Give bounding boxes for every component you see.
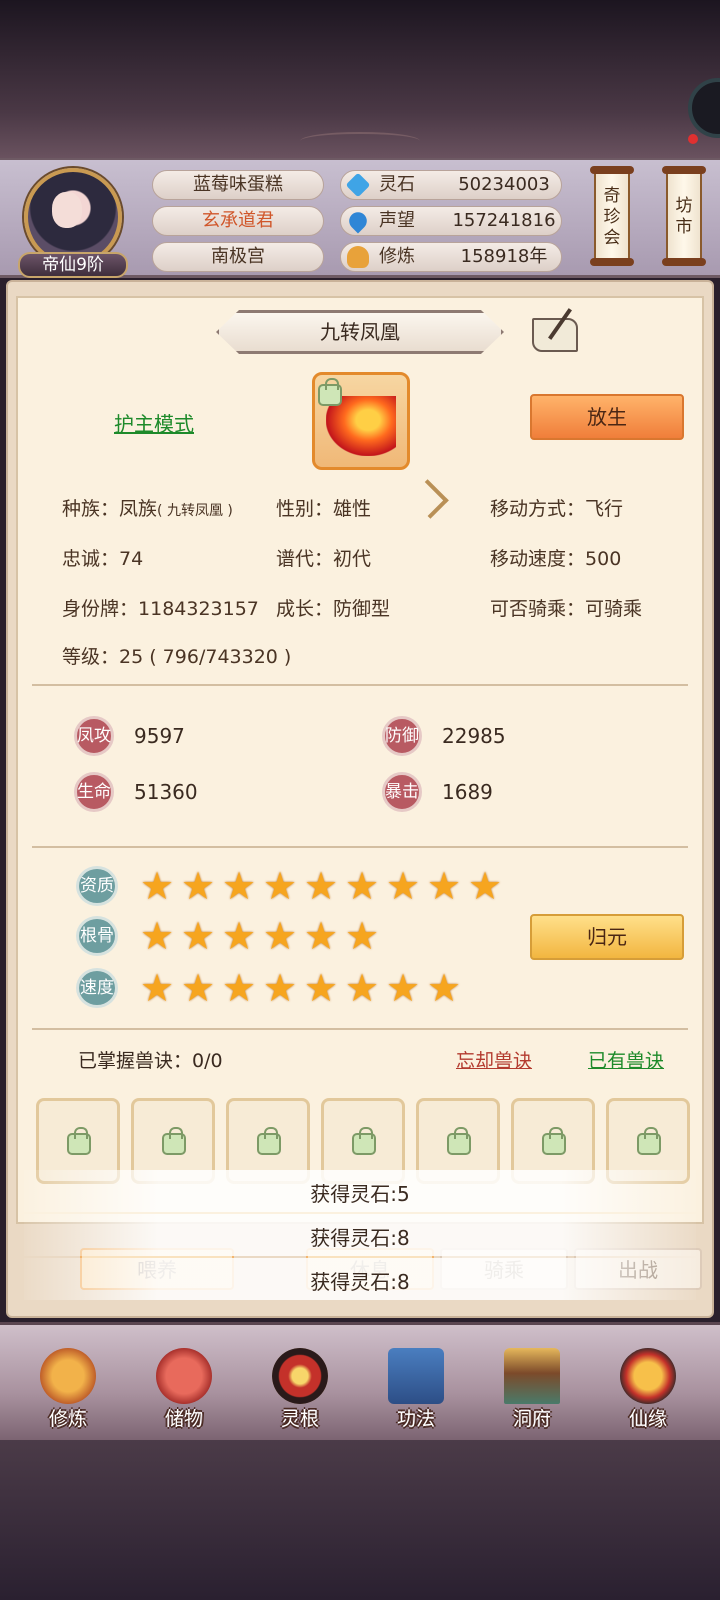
- nav-spirit-root[interactable]: 灵根: [252, 1328, 348, 1438]
- lock-icon: [637, 1127, 661, 1155]
- lock-icon: [352, 1127, 376, 1155]
- cave-house-icon: [504, 1348, 560, 1404]
- release-button[interactable]: 放生: [530, 394, 684, 440]
- spirit-root-icon: [272, 1348, 328, 1404]
- rank-badge: 帝仙9阶: [18, 252, 128, 278]
- star-icon: ★: [222, 914, 257, 958]
- lock-icon: [257, 1127, 281, 1155]
- player-header: 帝仙9阶 蓝莓味蛋糕 玄承道君 南极宫 灵石 50234003 声望 15724…: [0, 158, 720, 278]
- move-speed-info: 移动速度：500: [490, 548, 622, 570]
- reward-toast: 获得灵石:8: [310, 1226, 410, 1250]
- owned-skills-link[interactable]: 已有兽诀: [588, 1046, 664, 1073]
- star-icon: ★: [222, 966, 257, 1010]
- avatar-face: [52, 192, 82, 228]
- star-icon: ★: [140, 966, 175, 1010]
- technique-book-icon: [388, 1348, 444, 1404]
- bone-badge: 根骨: [76, 916, 118, 956]
- top-ornament: [300, 132, 420, 150]
- player-sect: 南极宫: [152, 242, 324, 272]
- growth-info: 成长：防御型: [276, 598, 391, 620]
- storage-bag-icon: [156, 1348, 212, 1404]
- aptitude-badge: 资质: [76, 866, 118, 906]
- star-icon: ★: [304, 966, 339, 1010]
- star-icon: ★: [345, 966, 380, 1010]
- rename-book-icon[interactable]: [532, 318, 578, 352]
- star-icon: ★: [181, 864, 216, 908]
- market-button[interactable]: 坊市: [662, 166, 706, 266]
- race-info: 种族：凤族( 九转凤凰 ): [62, 498, 233, 520]
- gourd-icon: [620, 1348, 676, 1404]
- lineage-info: 谱代：初代: [276, 548, 372, 570]
- level-info: 等级：25 ( 796/743320 ): [62, 646, 292, 668]
- forget-skill-link[interactable]: 忘却兽诀: [456, 1046, 532, 1073]
- gender-info: 性别：雄性: [276, 498, 372, 520]
- skills-mastered-label: 已掌握兽诀：0/0: [78, 1050, 223, 1072]
- notification-dot: [688, 134, 698, 144]
- star-icon: ★: [304, 914, 339, 958]
- star-icon: ★: [386, 864, 421, 908]
- star-icon: ★: [222, 864, 257, 908]
- resource-prestige: 声望 157241816: [340, 206, 562, 236]
- nav-cave[interactable]: 洞府: [484, 1328, 580, 1438]
- nav-fate[interactable]: 仙缘: [600, 1328, 696, 1438]
- player-title: 玄承道君: [152, 206, 324, 236]
- aptitude-stars: ★ ★ ★ ★ ★ ★ ★ ★ ★: [140, 864, 504, 908]
- divider: [32, 1028, 688, 1030]
- star-icon: ★: [140, 864, 175, 908]
- lock-icon: [318, 378, 342, 406]
- star-icon: ★: [263, 914, 298, 958]
- defense-value: 22985: [442, 724, 506, 748]
- crit-badge: 暴击: [382, 772, 422, 812]
- resource-cultivation: 修炼 158918年: [340, 242, 562, 272]
- nav-storage[interactable]: 储物: [136, 1328, 232, 1438]
- lock-icon: [542, 1127, 566, 1155]
- restore-button[interactable]: 归元: [530, 914, 684, 960]
- hp-badge: 生命: [74, 772, 114, 812]
- loyalty-info: 忠诚：74: [62, 548, 144, 570]
- speed-stars: ★ ★ ★ ★ ★ ★ ★ ★: [140, 966, 463, 1010]
- star-icon: ★: [263, 966, 298, 1010]
- star-icon: ★: [427, 864, 462, 908]
- speed-badge: 速度: [76, 968, 118, 1008]
- prestige-icon: [345, 208, 371, 234]
- rideable-info: 可否骑乘：可骑乘: [490, 598, 643, 620]
- reward-toast: 获得灵石:5: [310, 1182, 410, 1206]
- hp-value: 51360: [134, 780, 198, 804]
- guard-mode-link[interactable]: 护主模式: [114, 408, 194, 437]
- reward-toast: 获得灵石:8: [310, 1270, 410, 1294]
- bone-stars: ★ ★ ★ ★ ★ ★: [140, 914, 381, 958]
- star-icon: ★: [427, 966, 462, 1010]
- lock-icon: [162, 1127, 186, 1155]
- cultivation-icon: [347, 246, 369, 268]
- id-info: 身份牌：1184323157: [62, 598, 259, 620]
- star-icon: ★: [386, 966, 421, 1010]
- lock-icon: [67, 1127, 91, 1155]
- star-icon: ★: [345, 914, 380, 958]
- star-icon: ★: [263, 864, 298, 908]
- star-icon: ★: [468, 864, 503, 908]
- defense-badge: 防御: [382, 716, 422, 756]
- lock-icon: [447, 1127, 471, 1155]
- crit-value: 1689: [442, 780, 493, 804]
- attack-badge: 凤攻: [74, 716, 114, 756]
- nav-cultivate[interactable]: 修炼: [20, 1328, 116, 1438]
- star-icon: ★: [304, 864, 339, 908]
- bottom-background: [0, 1440, 720, 1600]
- star-icon: ★: [345, 864, 380, 908]
- spirit-stone-icon: [345, 172, 371, 198]
- divider: [32, 846, 688, 848]
- divider: [32, 684, 688, 686]
- move-type-info: 移动方式：飞行: [490, 498, 624, 520]
- avatar-frame[interactable]: 帝仙9阶: [18, 166, 128, 278]
- star-icon: ★: [181, 966, 216, 1010]
- nav-technique[interactable]: 功法: [368, 1328, 464, 1438]
- treasure-fair-button[interactable]: 奇珍会: [590, 166, 634, 266]
- star-icon: ★: [140, 914, 175, 958]
- attack-value: 9597: [134, 724, 185, 748]
- cultivate-icon: [40, 1348, 96, 1404]
- resource-spirit-stone: 灵石 50234003: [340, 170, 562, 200]
- player-name: 蓝莓味蛋糕: [152, 170, 324, 200]
- star-icon: ★: [181, 914, 216, 958]
- pet-name-title: 九转凤凰: [320, 320, 400, 344]
